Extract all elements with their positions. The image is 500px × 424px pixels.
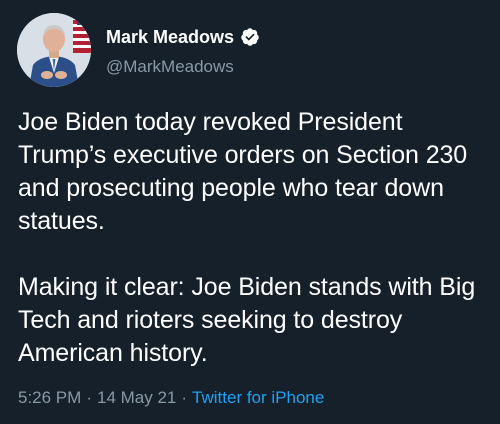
user-handle[interactable]: @MarkMeadows bbox=[106, 57, 234, 77]
tweet-card: Mark Meadows @MarkMeadows Joe Biden toda… bbox=[0, 0, 500, 424]
name-row: Mark Meadows bbox=[106, 25, 260, 49]
display-name[interactable]: Mark Meadows bbox=[106, 27, 234, 48]
tweet-date[interactable]: 14 May 21 bbox=[97, 388, 176, 408]
verified-badge-icon bbox=[241, 28, 259, 46]
meta-separator: · bbox=[181, 388, 188, 407]
tweet-source-link[interactable]: Twitter for iPhone bbox=[192, 388, 324, 408]
tweet-meta: 5:26 PM · 14 May 21 · Twitter for iPhone bbox=[18, 388, 324, 408]
profile-photo-icon bbox=[17, 13, 91, 87]
tweet-time[interactable]: 5:26 PM bbox=[18, 388, 81, 408]
avatar[interactable] bbox=[17, 13, 91, 87]
meta-separator: · bbox=[86, 388, 92, 407]
tweet-text: Joe Biden today revoked President Trump’… bbox=[18, 108, 476, 367]
